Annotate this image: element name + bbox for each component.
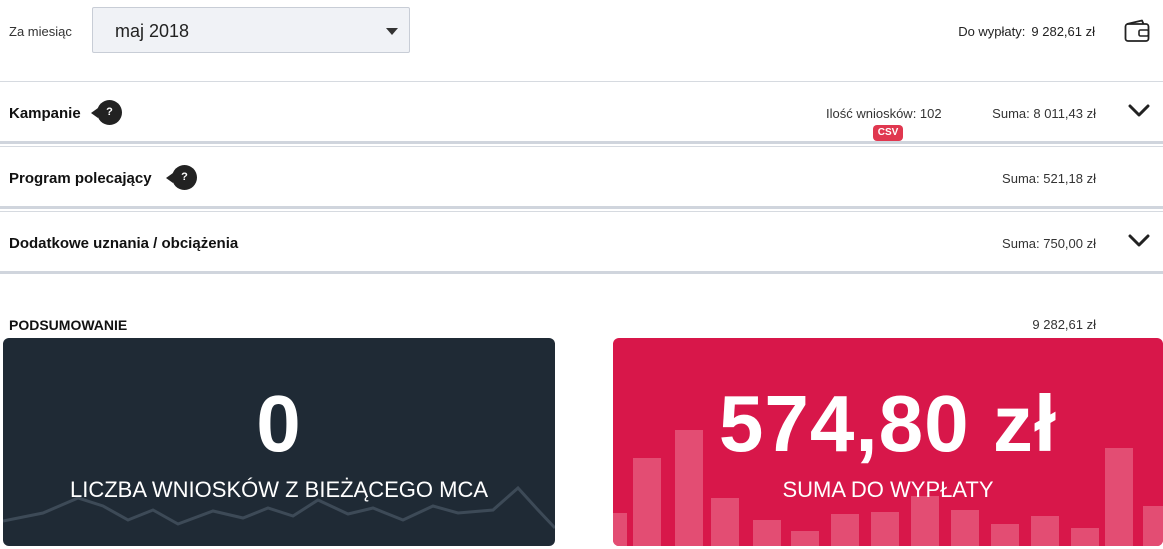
section-dodatkowe[interactable]: Dodatkowe uznania / obciążenia Suma: 750… <box>0 211 1163 274</box>
applications-card: 0 LICZBA WNIOSKÓW Z BIEŻĄCEGO MCA <box>3 338 555 546</box>
summary-title: PODSUMOWANIE <box>9 317 128 333</box>
payout-value: 9 282,61 zł <box>1031 24 1095 39</box>
applications-caption: LICZBA WNIOSKÓW Z BIEŻĄCEGO MCA <box>69 477 489 502</box>
section-title: Dodatkowe uznania / obciążenia <box>9 235 239 252</box>
section-kampanie[interactable]: Kampanie ? Ilość wniosków: 102 Suma: 8 0… <box>0 81 1163 144</box>
month-select[interactable]: maj 2018 <box>92 7 410 53</box>
payout-summary: Do wypłaty: 9 282,61 zł <box>958 24 1095 39</box>
help-icon[interactable]: ? <box>166 165 197 190</box>
section-title: Kampanie <box>9 105 81 122</box>
payout-sum-card: 574,80 zł SUMA DO WYPŁATY <box>613 338 1163 546</box>
payout-sum-caption: SUMA DO WYPŁATY <box>782 477 994 502</box>
section-sum: Suma: 521,18 zł <box>1002 171 1096 186</box>
card-gap <box>555 334 613 549</box>
summary-value: 9 282,61 zł <box>1032 317 1096 332</box>
wallet-icon[interactable] <box>1124 19 1150 48</box>
chevron-down-icon[interactable] <box>1128 104 1150 123</box>
divider <box>0 206 1163 209</box>
chevron-down-icon <box>386 28 398 35</box>
top-bar: Za miesiąc maj 2018 Do wypłaty: 9 282,61 … <box>0 0 1163 81</box>
applications-value: 0 <box>256 379 302 468</box>
payout-sum-value: 574,80 zł <box>718 379 1058 468</box>
csv-download-button[interactable]: CSV <box>873 125 903 141</box>
help-icon[interactable]: ? <box>91 100 122 125</box>
section-program-polecajacy[interactable]: Program polecający ? Suma: 521,18 zł <box>0 146 1163 209</box>
section-sum: Suma: 750,00 zł <box>1002 236 1096 251</box>
applications-count: Ilość wniosków: 102 <box>826 106 942 121</box>
chevron-down-icon[interactable] <box>1128 234 1150 253</box>
month-filter-label: Za miesiąc <box>9 24 72 39</box>
payout-label: Do wypłaty: <box>958 24 1026 39</box>
divider <box>0 271 1163 274</box>
month-select-value: maj 2018 <box>115 21 190 41</box>
section-sum: Suma: 8 011,43 zł <box>992 106 1096 121</box>
divider <box>0 141 1163 144</box>
section-title: Program polecający <box>9 170 152 187</box>
